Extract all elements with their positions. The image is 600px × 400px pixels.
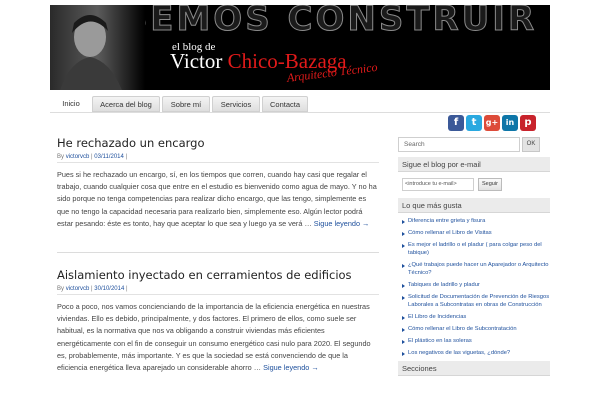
search-form: Search OK bbox=[398, 137, 550, 152]
email-field[interactable]: <introduce tu e-mail> bbox=[402, 178, 474, 191]
widget-title-popular: Lo que más gusta bbox=[398, 198, 550, 213]
meta-separator: | bbox=[125, 154, 128, 160]
sidebar: Search OK Sigue el blog por e-mail <intr… bbox=[398, 137, 550, 376]
widget-title-follow: Sigue el blog por e-mail bbox=[398, 157, 550, 172]
post-by: By bbox=[57, 154, 65, 160]
post-excerpt: Pues si he rechazado un encargo, sí, en … bbox=[57, 169, 379, 230]
post: Aislamiento inyectado en cerramientos de… bbox=[57, 268, 379, 374]
list-item[interactable]: Cómo rellenar el Libro de Subcontratació… bbox=[398, 325, 550, 333]
post-by: By bbox=[57, 286, 65, 292]
post-author[interactable]: victorvcb bbox=[66, 286, 90, 292]
list-item[interactable]: El plástico en las soleras bbox=[398, 337, 550, 345]
nav-divider bbox=[50, 112, 550, 113]
email-subscribe-form: <introduce tu e-mail> Seguir bbox=[402, 178, 550, 191]
post-meta: By victorvcb | 30/10/2014 | bbox=[57, 286, 379, 295]
meta-separator: | bbox=[91, 154, 93, 160]
post-separator bbox=[57, 252, 379, 253]
post-date[interactable]: 03/11/2014 bbox=[94, 154, 124, 160]
post-title[interactable]: He rechazado un encargo bbox=[57, 136, 379, 150]
pinterest-icon[interactable]: p bbox=[520, 115, 536, 131]
list-item[interactable]: Cómo rellenar el Libro de Visitas bbox=[398, 229, 550, 237]
google-plus-icon[interactable]: g+ bbox=[484, 115, 500, 131]
list-item[interactable]: Solicitud de Documentación de Prevención… bbox=[398, 293, 550, 309]
list-item[interactable]: Los negativos de las viguetas, ¿dónde? bbox=[398, 349, 550, 357]
nav-about-blog[interactable]: Acerca del blog bbox=[92, 96, 160, 112]
nav-home[interactable]: Inicio bbox=[55, 96, 87, 112]
list-item[interactable]: ¿Qué trabajos puede hacer un Aparejador … bbox=[398, 261, 550, 277]
post-author[interactable]: victorvcb bbox=[66, 154, 90, 160]
post-date[interactable]: 30/10/2014 bbox=[94, 286, 124, 292]
popular-posts-list: Diferencia entre grieta y fisura Cómo re… bbox=[398, 217, 550, 357]
post: He rechazado un encargo By victorvcb | 0… bbox=[57, 136, 379, 230]
list-item[interactable]: Es mejor el ladrillo o el pladur ( para … bbox=[398, 241, 550, 257]
excerpt-text: Poco a poco, nos vamos concienciando de … bbox=[57, 302, 371, 373]
post-title[interactable]: Aislamiento inyectado en cerramientos de… bbox=[57, 268, 379, 282]
author-first-name: Victor bbox=[170, 49, 223, 73]
author-portrait bbox=[50, 5, 145, 90]
meta-separator: | bbox=[91, 286, 93, 292]
read-more-link[interactable]: Sigue leyendo → bbox=[314, 219, 370, 228]
read-more-link[interactable]: Sigue leyendo → bbox=[263, 363, 319, 372]
meta-separator: | bbox=[125, 286, 128, 292]
widget-title-sections: Secciones bbox=[398, 361, 550, 376]
list-item[interactable]: Tabiques de ladrillo y pladur bbox=[398, 281, 550, 289]
twitter-icon[interactable]: t bbox=[466, 115, 482, 131]
nav-contact[interactable]: Contacta bbox=[262, 96, 308, 112]
facebook-icon[interactable]: f bbox=[448, 115, 464, 131]
linkedin-icon[interactable]: in bbox=[502, 115, 518, 131]
subscribe-button[interactable]: Seguir bbox=[478, 178, 502, 191]
post-meta: By victorvcb | 03/11/2014 | bbox=[57, 154, 379, 163]
site-header: ABEMOS CONSTRUIR el blog de Victor Chico… bbox=[50, 5, 550, 90]
list-item[interactable]: El Libro de Incidencias bbox=[398, 313, 550, 321]
nav-about-me[interactable]: Sobre mí bbox=[162, 96, 210, 112]
search-input[interactable]: Search bbox=[398, 137, 520, 152]
list-item[interactable]: Diferencia entre grieta y fisura bbox=[398, 217, 550, 225]
social-links: f t g+ in p bbox=[448, 115, 536, 131]
search-button[interactable]: OK bbox=[522, 137, 540, 152]
nav-services[interactable]: Servicios bbox=[212, 96, 260, 112]
post-excerpt: Poco a poco, nos vamos concienciando de … bbox=[57, 301, 379, 374]
header-background-text: ABEMOS CONSTRUIR bbox=[91, 5, 538, 40]
